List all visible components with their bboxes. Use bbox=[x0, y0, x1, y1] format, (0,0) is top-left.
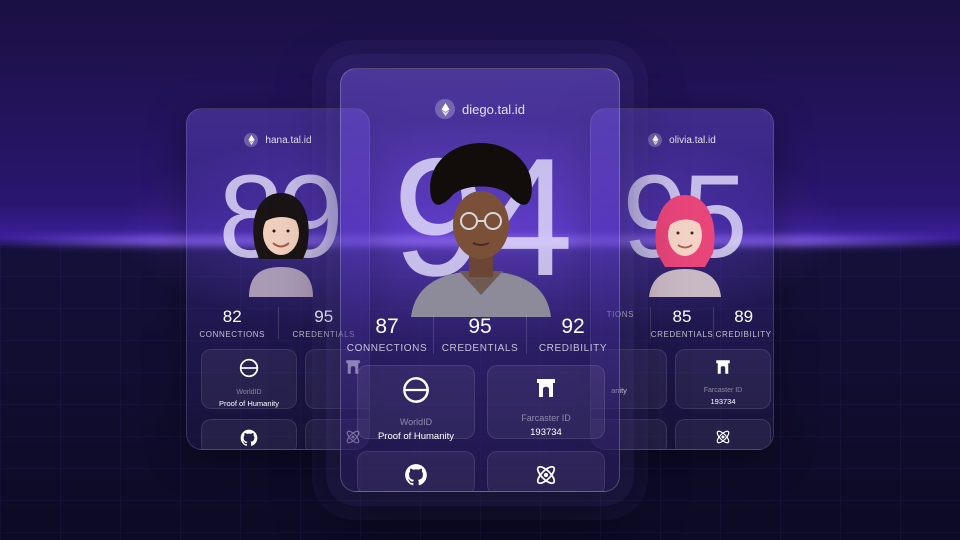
farcaster-icon bbox=[534, 376, 558, 405]
stat-credentials: 85 CREDENTIALS bbox=[649, 307, 714, 339]
credential-tile-farcaster[interactable]: Farcaster ID 193734 bbox=[675, 349, 771, 409]
stat-credibility: 92 CREDIBILITY bbox=[526, 315, 619, 354]
profile-handle: diego.tal.id bbox=[341, 99, 619, 119]
stat-credibility: 89 CREDIBILITY bbox=[713, 307, 773, 339]
stat-label: CONNECTIONS bbox=[199, 330, 266, 339]
credential-tile-farcaster[interactable]: Farcaster ID 193734 bbox=[487, 365, 605, 439]
tile-value: 193734 bbox=[530, 427, 562, 438]
stat-label: CREDIBILITY bbox=[715, 330, 772, 339]
stat-value: 87 bbox=[375, 315, 399, 338]
github-icon bbox=[403, 462, 429, 491]
tile-value: 193734 bbox=[710, 397, 736, 406]
credential-tile-github[interactable] bbox=[357, 451, 475, 491]
stat-value: 85 bbox=[672, 307, 692, 326]
tile-value: Proof of Humanity bbox=[377, 431, 455, 442]
ethereum-icon bbox=[648, 133, 663, 147]
github-icon bbox=[239, 428, 259, 449]
stat-label: CREDENTIALS bbox=[441, 343, 519, 354]
credential-tile-worldid[interactable]: WorldID Proof of Humanity bbox=[201, 349, 297, 409]
tile-label: Farcaster ID bbox=[703, 387, 743, 394]
stat-label: CONNECTIONS bbox=[346, 343, 428, 354]
profile-card-diego[interactable]: diego.tal.id 94 87 CONNECTIONS 95 bbox=[340, 68, 620, 492]
tile-label: WorldID bbox=[399, 417, 433, 427]
farcaster-icon bbox=[714, 358, 732, 381]
tile-label: WorldID bbox=[236, 389, 262, 396]
worldid-icon bbox=[402, 376, 430, 409]
ethereum-icon bbox=[244, 133, 259, 147]
stat-value: 89 bbox=[734, 307, 754, 326]
credential-tile-atom[interactable] bbox=[487, 451, 605, 491]
stat-credentials: 95 CREDENTIALS bbox=[433, 315, 526, 354]
stat-connections: 87 CONNECTIONS bbox=[341, 315, 433, 354]
ethereum-icon bbox=[435, 99, 456, 119]
handle-text: hana.tal.id bbox=[265, 134, 312, 146]
avatar bbox=[239, 187, 323, 297]
handle-text: olivia.tal.id bbox=[669, 134, 716, 146]
stat-label: CREDENTIALS bbox=[650, 330, 714, 339]
hero-stage: hana.tal.id 89 82 CONNECTIONS 95 CREDENT… bbox=[0, 0, 960, 540]
worldid-icon bbox=[239, 358, 259, 383]
avatar bbox=[643, 187, 727, 297]
credential-tile-worldid[interactable]: WorldID Proof of Humanity bbox=[357, 365, 475, 442]
credential-tile-atom[interactable] bbox=[675, 419, 771, 449]
credential-tiles: WorldID Proof of Humanity Farcaster ID 1… bbox=[357, 365, 605, 491]
stats-row: 87 CONNECTIONS 95 CREDENTIALS 92 CREDIBI… bbox=[341, 315, 619, 354]
stat-value: 95 bbox=[468, 315, 492, 338]
stat-value: 82 bbox=[222, 307, 242, 326]
stat-connections: 82 CONNECTIONS bbox=[187, 307, 278, 339]
atom-icon bbox=[533, 462, 559, 491]
atom-icon bbox=[714, 428, 732, 449]
handle-text: diego.tal.id bbox=[462, 101, 525, 117]
stat-label: CREDIBILITY bbox=[538, 343, 608, 354]
tile-value: Proof of Humanity bbox=[218, 399, 280, 408]
tile-label: Farcaster ID bbox=[521, 413, 571, 423]
credential-tile-github[interactable] bbox=[201, 419, 297, 449]
avatar bbox=[401, 139, 561, 317]
stat-value: 92 bbox=[561, 315, 585, 338]
